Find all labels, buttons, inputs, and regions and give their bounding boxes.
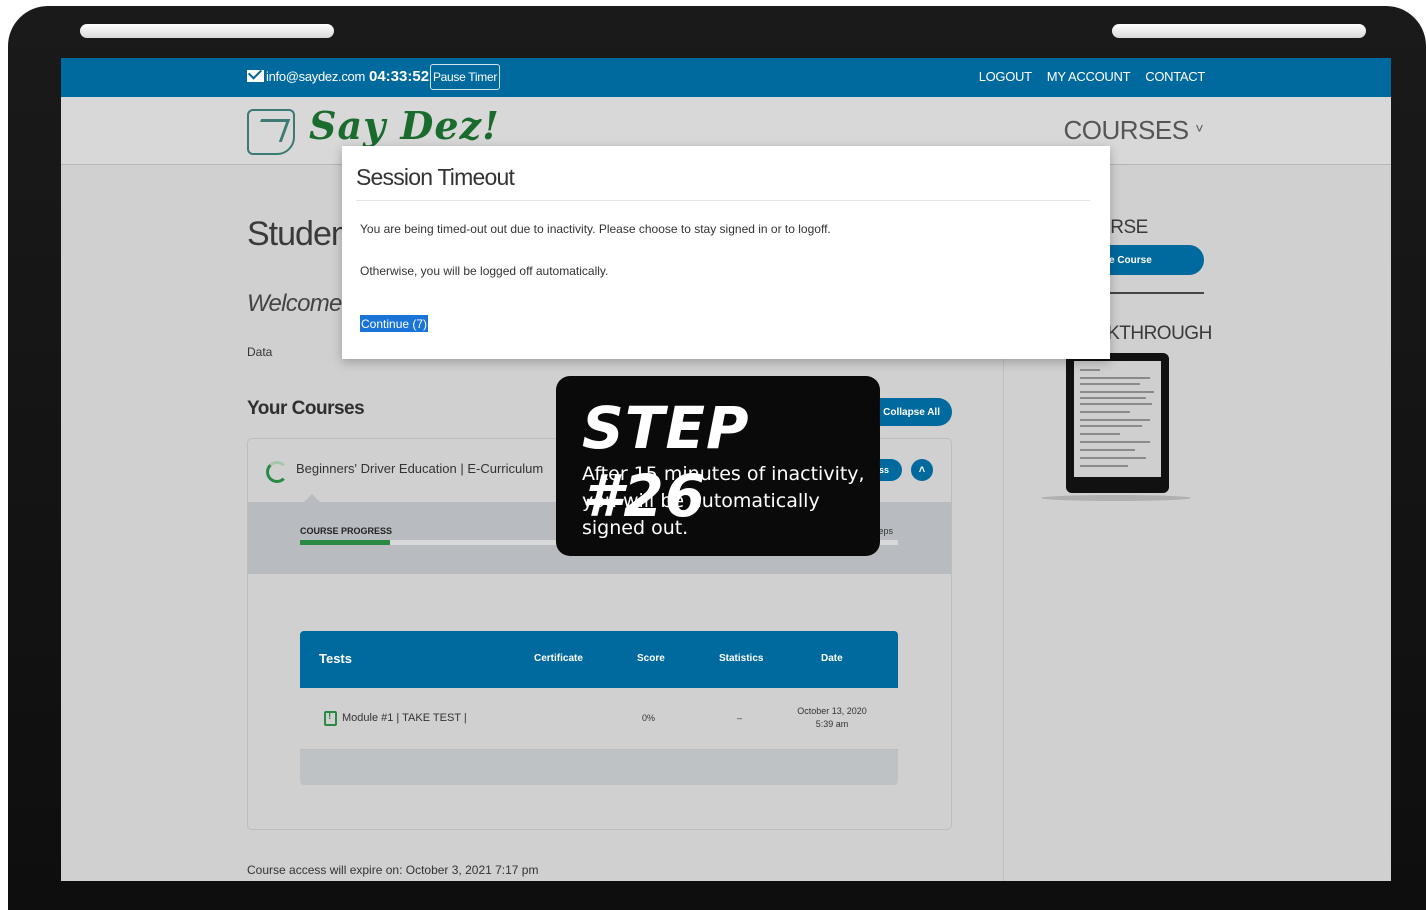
test-date: October 13, 2020 5:39 am xyxy=(790,705,874,731)
modal-message-secondary: Otherwise, you will be logged off automa… xyxy=(360,264,609,278)
your-courses-heading: Your Courses xyxy=(247,398,365,419)
walkthrough-tablet-image[interactable] xyxy=(1066,353,1169,493)
speaker-grille-right xyxy=(1112,24,1366,38)
col-certificate: Certificate xyxy=(534,653,583,664)
contact-link[interactable]: CONTACT xyxy=(1145,69,1205,84)
speaker-grille-left xyxy=(80,24,334,38)
courses-menu[interactable]: COURSES ˅ xyxy=(1064,115,1204,146)
test-statistics: – xyxy=(737,713,743,723)
test-name[interactable]: Module #1 | TAKE TEST | xyxy=(342,712,467,724)
test-date-time: 5:39 am xyxy=(815,719,849,729)
logo-text: Say Dez! xyxy=(309,103,500,148)
step-description: After 15 minutes of inactivity, you will… xyxy=(582,463,865,539)
logout-link[interactable]: LOGOUT xyxy=(979,69,1032,84)
session-timer: 04:33:52 xyxy=(369,68,430,85)
course-progress-fill xyxy=(300,540,390,545)
continue-button[interactable]: Continue (7) xyxy=(360,315,429,332)
chevron-up-icon[interactable]: ˄ xyxy=(911,459,933,481)
modal-divider xyxy=(356,200,1090,201)
table-row[interactable]: Module #1 | TAKE TEST | 0% – October 13,… xyxy=(300,688,898,750)
course-progress-label: COURSE PROGRESS xyxy=(300,526,393,536)
test-score: 0% xyxy=(642,713,656,723)
tablet-shadow xyxy=(1041,495,1191,501)
page-title: Student xyxy=(247,215,358,253)
screen: info@saydez.com 04:33:52 Pause Timer LOG… xyxy=(61,58,1391,881)
sidebar-divider-rule xyxy=(1097,292,1204,294)
logo-mark-icon xyxy=(247,109,295,155)
col-date: Date xyxy=(821,653,843,664)
session-timeout-modal: Session Timeout You are being timed-out … xyxy=(342,146,1110,359)
my-account-link[interactable]: MY ACCOUNT xyxy=(1047,69,1131,84)
chevron-down-icon: ˅ xyxy=(1195,120,1203,136)
col-score: Score xyxy=(637,653,665,664)
sidebar-walkthrough-heading: LKTHROUGH xyxy=(1097,323,1212,344)
quiz-icon xyxy=(324,711,337,726)
modal-title: Session Timeout xyxy=(356,164,515,190)
tests-table: Tests Certificate Score Statistics Date … xyxy=(300,631,898,785)
course-progress-ring-icon xyxy=(266,461,288,483)
data-label: Data xyxy=(247,345,273,359)
test-date-day: October 13, 2020 xyxy=(797,706,867,716)
email-text: info@saydez.com xyxy=(266,69,366,84)
resume-course-button[interactable]: e Course xyxy=(1097,245,1204,275)
top-nav: LOGOUT MY ACCOUNT CONTACT xyxy=(964,69,1206,84)
courses-menu-label: COURSES xyxy=(1063,115,1190,145)
contact-email[interactable]: info@saydez.com xyxy=(247,69,365,84)
tablet-screen xyxy=(1074,361,1161,477)
modal-message: You are being timed-out out due to inact… xyxy=(360,222,831,236)
col-statistics: Statistics xyxy=(719,653,764,664)
course-name: Beginners' Driver Education | E-Curricul… xyxy=(296,461,544,476)
top-bar: info@saydez.com 04:33:52 Pause Timer LOG… xyxy=(61,58,1391,97)
col-tests: Tests xyxy=(319,651,352,666)
course-expiry-text: Course access will expire on: October 3,… xyxy=(247,863,539,877)
step-callout: STEP #26 After 15 minutes of inactivity,… xyxy=(556,376,880,556)
pause-timer-button[interactable]: Pause Timer xyxy=(430,64,500,90)
mail-icon xyxy=(247,70,264,82)
tests-table-header: Tests Certificate Score Statistics Date xyxy=(300,631,898,688)
